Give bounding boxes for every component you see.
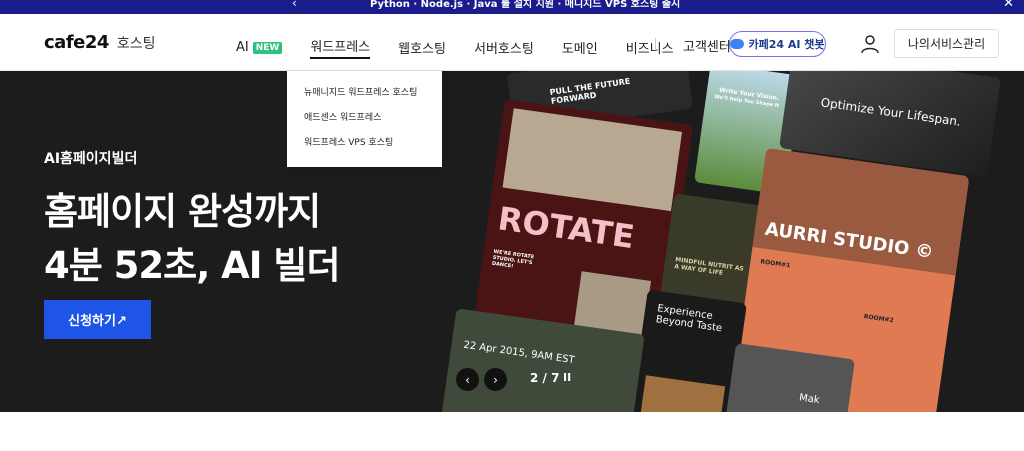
nav-item-serverhosting[interactable]: 서버호스팅	[474, 38, 534, 57]
card-text: Mak	[798, 392, 821, 407]
card-text: Optimize Your Lifespan.	[819, 95, 962, 129]
nav-item-ai[interactable]: AI NEW	[236, 40, 283, 55]
page-body	[0, 412, 1024, 451]
hero-kicker: AI홈페이지빌더	[44, 151, 138, 167]
brand-sub: 호스팅	[116, 35, 156, 52]
user-icon[interactable]	[860, 34, 880, 54]
dropdown-item-wordpress-vps[interactable]: 워드프레스 VPS 호스팅	[287, 133, 442, 158]
logo[interactable]: cafe24 호스팅	[44, 32, 156, 53]
chevron-left-icon[interactable]: ‹	[292, 0, 297, 10]
card-text: Experience Beyond Taste	[655, 303, 723, 335]
nav-item-wordpress[interactable]: 워드프레스	[310, 36, 371, 59]
hero-headline-1: 홈페이지 완성까지	[44, 190, 321, 233]
hero-headline-2: 4분 52초, AI 빌더	[44, 244, 340, 287]
dropdown-item-managed-wordpress[interactable]: 뉴매니지드 워드프레스 호스팅	[287, 83, 442, 108]
nav-item-business[interactable]: 비즈니스	[626, 38, 674, 57]
card-text: ROOM#1	[760, 258, 791, 270]
chat-bubble-icon	[730, 39, 745, 49]
card-text: MINDFUL NUTRIT AS A WAY OF LIFE	[673, 256, 745, 277]
main-nav: AI NEW 워드프레스 웹호스팅 서버호스팅 도메인 비즈니스	[236, 36, 702, 59]
nav-label: AI	[236, 40, 249, 55]
pause-icon[interactable]: II	[563, 371, 571, 384]
close-icon[interactable]: ✕	[1003, 0, 1014, 11]
template-collage: PULL THE FUTURE FORWARD Write Your Visio…	[430, 71, 1024, 412]
chatbot-label: 카페24 AI 챗봇	[748, 38, 825, 51]
wordpress-dropdown: 뉴매니지드 워드프레스 호스팅 애드센스 워드프레스 워드프레스 VPS 호스팅	[287, 71, 442, 167]
photo-block	[502, 108, 683, 212]
nav-item-domain[interactable]: 도메인	[562, 38, 598, 57]
nav-item-webhosting[interactable]: 웹호스팅	[398, 38, 446, 57]
card-text: WE'RE ROTATE STUDIO. LET'S DANCE!	[491, 248, 535, 270]
card-text: 22 Apr 2015, 9AM EST	[462, 339, 576, 367]
slider-next-button[interactable]: ›	[484, 368, 507, 391]
hero-banner: AI홈페이지빌더 홈페이지 완성까지 4분 52초, AI 빌더 신청하기↗ P…	[0, 71, 1024, 412]
new-badge: NEW	[252, 42, 283, 54]
notice-text[interactable]: Python · Node.js · Java 툴 설치 지원 · 매니지드 V…	[370, 0, 680, 10]
brand-name: cafe24	[44, 32, 109, 53]
support-link[interactable]: 고객센터	[683, 36, 731, 55]
nav-divider	[655, 38, 656, 50]
card-text: ROOM#2	[863, 313, 895, 325]
photo-block	[639, 375, 726, 412]
chatbot-button[interactable]: 카페24 AI 챗봇	[729, 31, 826, 57]
card-text: ROTATE	[495, 199, 637, 257]
slider-prev-button[interactable]: ‹	[456, 368, 479, 391]
notice-bar: ‹ Python · Node.js · Java 툴 설치 지원 · 매니지드…	[0, 0, 1024, 14]
site-header: cafe24 호스팅 AI NEW 워드프레스 웹호스팅 서버호스팅 도메인 비즈…	[0, 14, 1024, 71]
apply-button[interactable]: 신청하기↗	[44, 300, 151, 339]
my-services-button[interactable]: 나의서비스관리	[894, 29, 999, 58]
dropdown-item-adsense-wordpress[interactable]: 애드센스 워드프레스	[287, 108, 442, 133]
slider-page: 2 / 7	[530, 371, 560, 385]
card-text: PULL THE FUTURE FORWARD	[549, 76, 631, 106]
